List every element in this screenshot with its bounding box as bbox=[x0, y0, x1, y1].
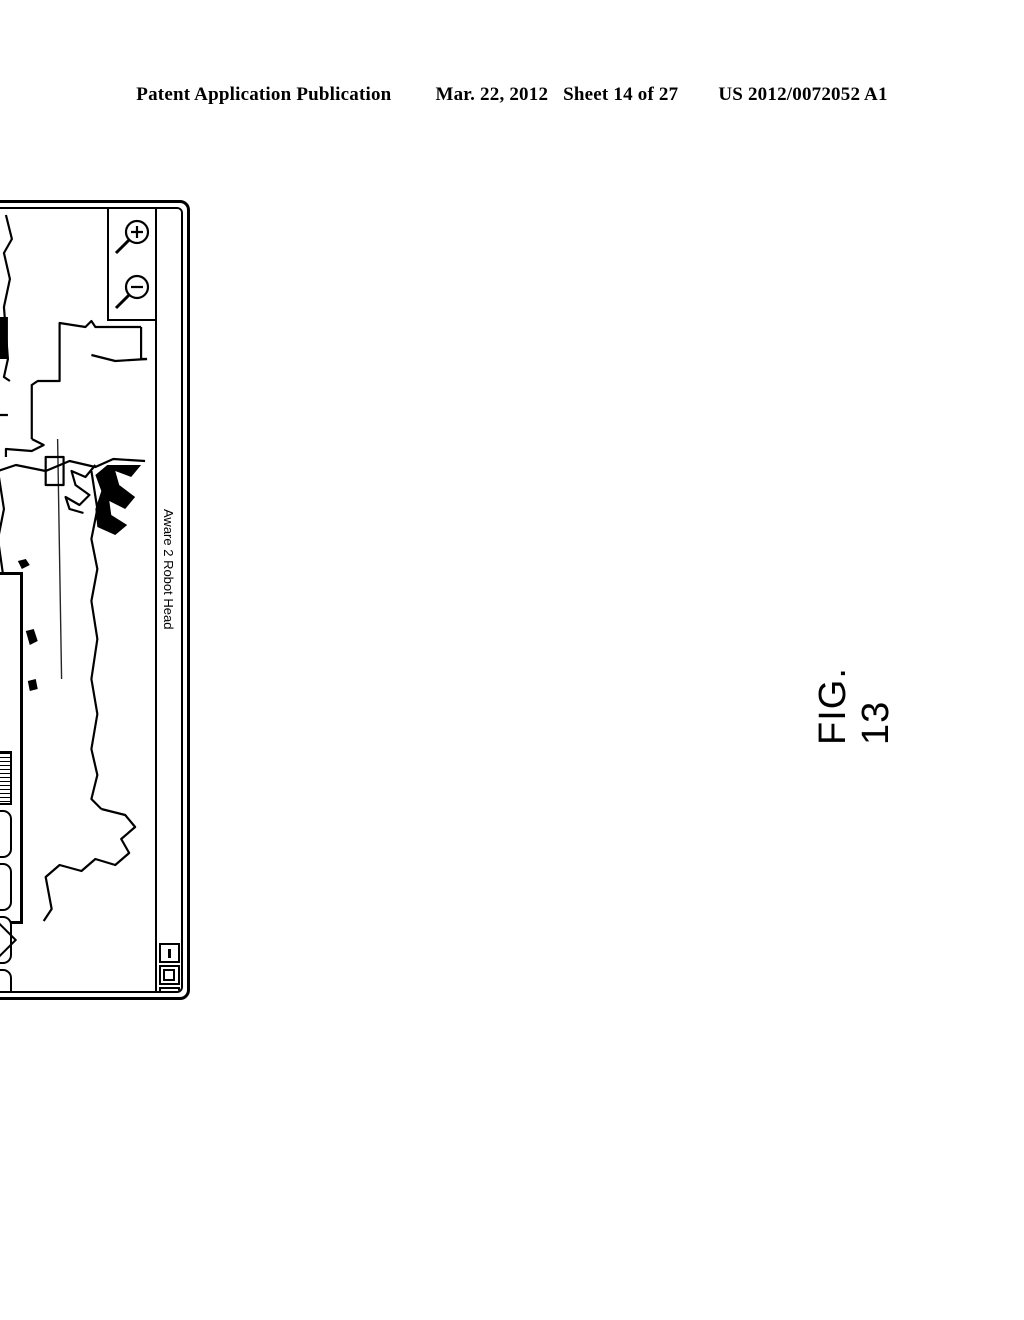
more-button[interactable]: More... bbox=[0, 969, 12, 993]
toolbar-add[interactable] bbox=[0, 985, 155, 993]
zoom-toolbar bbox=[107, 209, 155, 321]
window-controls: ✕ bbox=[159, 943, 180, 993]
magnifier-minus-icon[interactable] bbox=[112, 272, 152, 312]
ied-marker-button[interactable]: IED bbox=[0, 908, 18, 972]
toolbar-logo[interactable] bbox=[0, 927, 155, 985]
erase-button[interactable]: Erase... bbox=[0, 810, 12, 859]
window-titlebar: Aware 2 Robot Head ✕ bbox=[155, 209, 181, 993]
publication-header: Patent Application Publication Mar. 22, … bbox=[0, 84, 1024, 106]
pencil-tool-button[interactable] bbox=[0, 863, 12, 912]
slam-map-pane[interactable] bbox=[0, 209, 155, 927]
window-title: Aware 2 Robot Head bbox=[161, 509, 177, 630]
maximize-icon[interactable] bbox=[159, 965, 180, 985]
figure-label: FIG. 13 bbox=[812, 667, 897, 745]
publication-date: Mar. 22, 2012 bbox=[435, 84, 549, 105]
sheet-number: Sheet 14 of 27 bbox=[563, 84, 679, 105]
annotation-panel: Draw on the map with a pencil. Pencil Co… bbox=[0, 572, 23, 993]
publication-number: US 2012/0072052 A1 bbox=[718, 84, 888, 105]
pencil-color-button[interactable]: Pencil Color bbox=[0, 751, 12, 806]
publication-date-sheet: Mar. 22, 2012 Sheet 14 of 27 bbox=[435, 84, 678, 106]
application-window: Aware 2 Robot Head ✕ bbox=[0, 200, 190, 1000]
minimize-icon[interactable] bbox=[159, 943, 180, 963]
main-toolbar bbox=[0, 927, 155, 991]
content-area: iRobot bbox=[0, 209, 155, 993]
close-icon[interactable]: ✕ bbox=[159, 987, 180, 993]
annotation-tool-buttons: Pencil Color Erase... bbox=[0, 751, 18, 993]
magnifier-plus-icon[interactable] bbox=[112, 217, 152, 257]
publication-type: Patent Application Publication bbox=[136, 84, 392, 105]
